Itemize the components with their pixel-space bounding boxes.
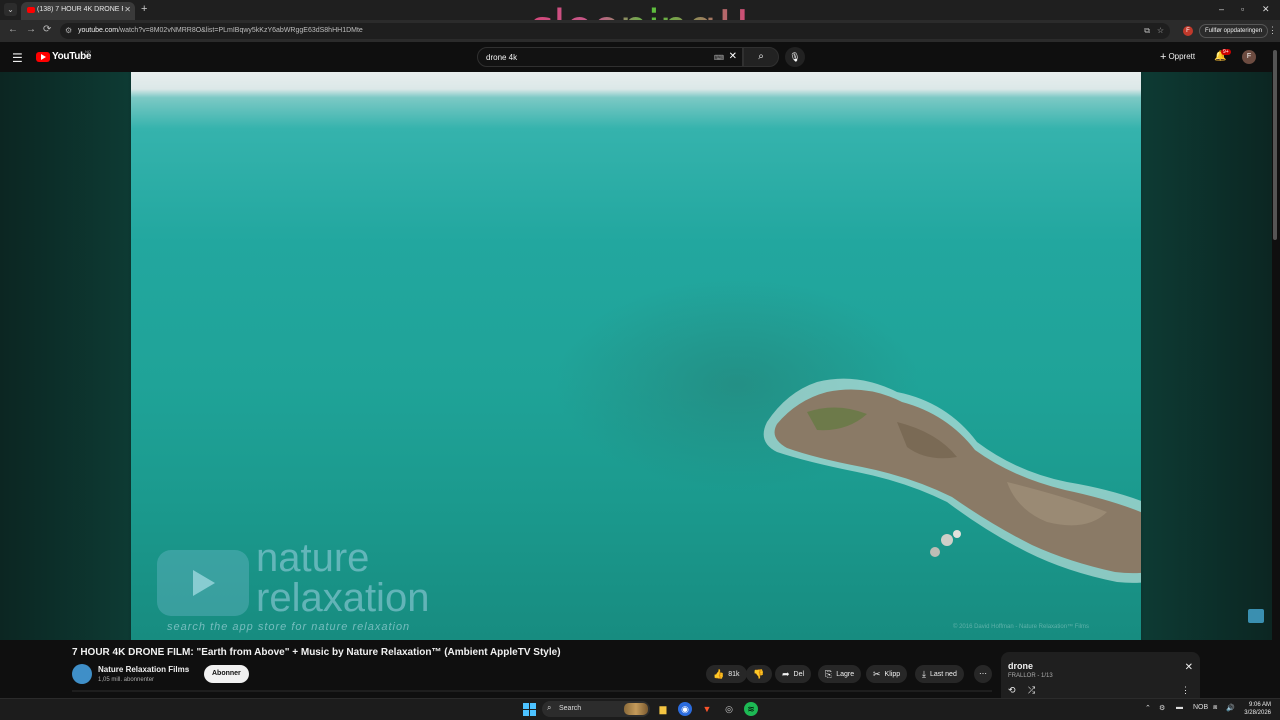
- back-button[interactable]: ←: [8, 24, 18, 35]
- guide-menu-icon[interactable]: ☰: [12, 51, 23, 65]
- maximize-button[interactable]: ▫: [1241, 4, 1244, 14]
- subscribe-button[interactable]: Abonner: [204, 665, 249, 683]
- youtube-logo-icon[interactable]: [36, 52, 50, 62]
- thumbs-down-icon: 👎: [753, 669, 765, 679]
- input-language[interactable]: NOB: [1193, 704, 1208, 711]
- clear-search-icon[interactable]: ✕: [729, 51, 737, 62]
- voice-search-button[interactable]: 🎙: [785, 47, 805, 67]
- loop-icon[interactable]: ⟲: [1008, 685, 1016, 696]
- clip-button[interactable]: ✂ Klipp: [866, 665, 908, 683]
- download-button[interactable]: ⤓ Last ned: [915, 665, 964, 683]
- channel-name[interactable]: Nature Relaxation Films: [98, 665, 189, 674]
- tray-flag-icon[interactable]: ▬: [1176, 704, 1183, 711]
- spotify-icon[interactable]: ≋: [744, 702, 758, 716]
- install-app-icon[interactable]: ⧉: [1144, 26, 1150, 36]
- reload-button[interactable]: ⟳: [43, 24, 51, 35]
- chrome-icon[interactable]: ◉: [678, 702, 692, 716]
- account-avatar[interactable]: F: [1242, 50, 1256, 64]
- share-icon: ➦: [782, 669, 790, 679]
- network-icon[interactable]: ⧈: [1213, 704, 1217, 712]
- description-divider: [72, 690, 992, 692]
- windows-taskbar: ⌕ Search ▆ ◉ ▼ ◎ ≋ ⌃ ⚙ ▬ NOB ⧈ 🔊 9:06 AM…: [0, 698, 1280, 720]
- youtube-header: ☰ YouTube NO drone 4k ⌨ ✕ ⌕ 🎙 + Opprett 🔔…: [0, 42, 1280, 72]
- share-button[interactable]: ➦ Del: [775, 665, 812, 683]
- tab-search-button[interactable]: ⌄: [4, 3, 17, 16]
- close-playlist-icon[interactable]: ✕: [1185, 662, 1193, 673]
- tray-settings-icon[interactable]: ⚙: [1159, 704, 1165, 712]
- browser-toolbar: ← → ⟳ ⚙ youtube.com/watch?v=8M02vNMRR8O&…: [0, 20, 1280, 42]
- watermark-line1: nature: [256, 536, 370, 580]
- youtube-favicon-icon: [27, 7, 35, 13]
- brave-icon[interactable]: ▼: [700, 702, 714, 716]
- system-clock[interactable]: 9:06 AM 3/28/2026: [1243, 701, 1271, 717]
- watermark-tagline: search the app store for nature relaxati…: [167, 621, 411, 633]
- thumbs-up-icon: 👍: [713, 669, 725, 679]
- mic-icon: 🎙: [789, 52, 801, 62]
- update-button[interactable]: Fullfør oppdateringen: [1199, 24, 1269, 38]
- address-bar[interactable]: ⚙ youtube.com/watch?v=8M02vNMRR8O&list=P…: [60, 23, 1170, 39]
- island-image: [763, 378, 1141, 583]
- like-button[interactable]: 👍 81k: [706, 665, 747, 683]
- shuffle-icon[interactable]: ⤮: [1028, 685, 1035, 696]
- save-icon: ⎘: [825, 669, 833, 679]
- plus-icon: +: [1160, 51, 1167, 63]
- watermark-line2: relaxation: [256, 576, 430, 620]
- create-button[interactable]: + Opprett: [1160, 51, 1195, 63]
- browser-tab-active[interactable]: (138) 7 HOUR 4K DRONE FILM: "Ea ✕: [21, 2, 135, 20]
- dislike-button[interactable]: 👎: [746, 665, 772, 683]
- browser-profile-icon[interactable]: F: [1183, 26, 1193, 36]
- video-player[interactable]: nature relaxation search the app store f…: [131, 72, 1141, 640]
- keyboard-icon[interactable]: ⌨: [714, 54, 724, 62]
- miniplayer-icon[interactable]: [1248, 609, 1264, 623]
- minimize-button[interactable]: –: [1219, 4, 1224, 14]
- playlist-menu-icon[interactable]: ⋮: [1181, 685, 1190, 696]
- download-icon: ⤓: [922, 669, 926, 679]
- video-title: 7 HOUR 4K DRONE FILM: "Earth from Above"…: [72, 647, 561, 658]
- more-actions-button[interactable]: ⋯: [974, 665, 992, 683]
- file-explorer-icon[interactable]: ▆: [656, 702, 670, 716]
- tab-title: (138) 7 HOUR 4K DRONE FILM: "Ea: [37, 6, 123, 13]
- bookmark-star-icon[interactable]: ☆: [1157, 26, 1164, 35]
- search-button[interactable]: ⌕: [743, 47, 779, 67]
- playlist-title[interactable]: drone: [1008, 661, 1033, 671]
- forward-button[interactable]: →: [26, 24, 36, 35]
- browser-menu-icon[interactable]: ⋮: [1268, 25, 1277, 36]
- page-scrollbar-thumb[interactable]: [1273, 50, 1277, 240]
- scissors-icon: ✂: [873, 669, 881, 679]
- watermark-copyright: © 2016 David Hoffman - Nature Relaxation…: [953, 624, 1090, 630]
- url-text: youtube.com/watch?v=8M02vNMRR8O&list=PLm…: [78, 27, 363, 34]
- search-icon: ⌕: [758, 51, 764, 62]
- app-icon[interactable]: ◎: [722, 702, 736, 716]
- watermark-logo-icon: [157, 550, 249, 616]
- taskbar-search-label: Search: [559, 705, 582, 712]
- search-icon: ⌕: [547, 703, 552, 712]
- search-highlight-image: [624, 703, 648, 715]
- playlist-panel: drone FRALLOR - 1/13 ✕ ⟲ ⤮ ⋮: [1001, 652, 1200, 698]
- save-button[interactable]: ⎘ Lagre: [818, 665, 862, 683]
- start-windows-icon[interactable]: [522, 702, 536, 716]
- subscriber-count: 1,05 mill. abonnenter: [98, 677, 155, 683]
- search-input[interactable]: drone 4k ⌨ ✕: [477, 47, 743, 67]
- taskbar-search[interactable]: ⌕ Search: [542, 701, 650, 717]
- search-query: drone 4k: [486, 53, 518, 62]
- site-info-icon[interactable]: ⚙: [65, 26, 72, 35]
- notification-count-badge: 9+: [1221, 49, 1231, 55]
- new-tab-button[interactable]: +: [141, 3, 147, 15]
- tray-overflow-icon[interactable]: ⌃: [1145, 704, 1151, 712]
- close-window-button[interactable]: ✕: [1262, 4, 1270, 15]
- verified-icon: ●: [185, 666, 190, 673]
- volume-icon[interactable]: 🔊: [1226, 704, 1235, 712]
- region-code: NO: [85, 49, 91, 54]
- playlist-subtitle: FRALLOR - 1/13: [1008, 673, 1053, 679]
- tab-close-icon[interactable]: ✕: [124, 5, 131, 14]
- channel-avatar[interactable]: [72, 664, 92, 684]
